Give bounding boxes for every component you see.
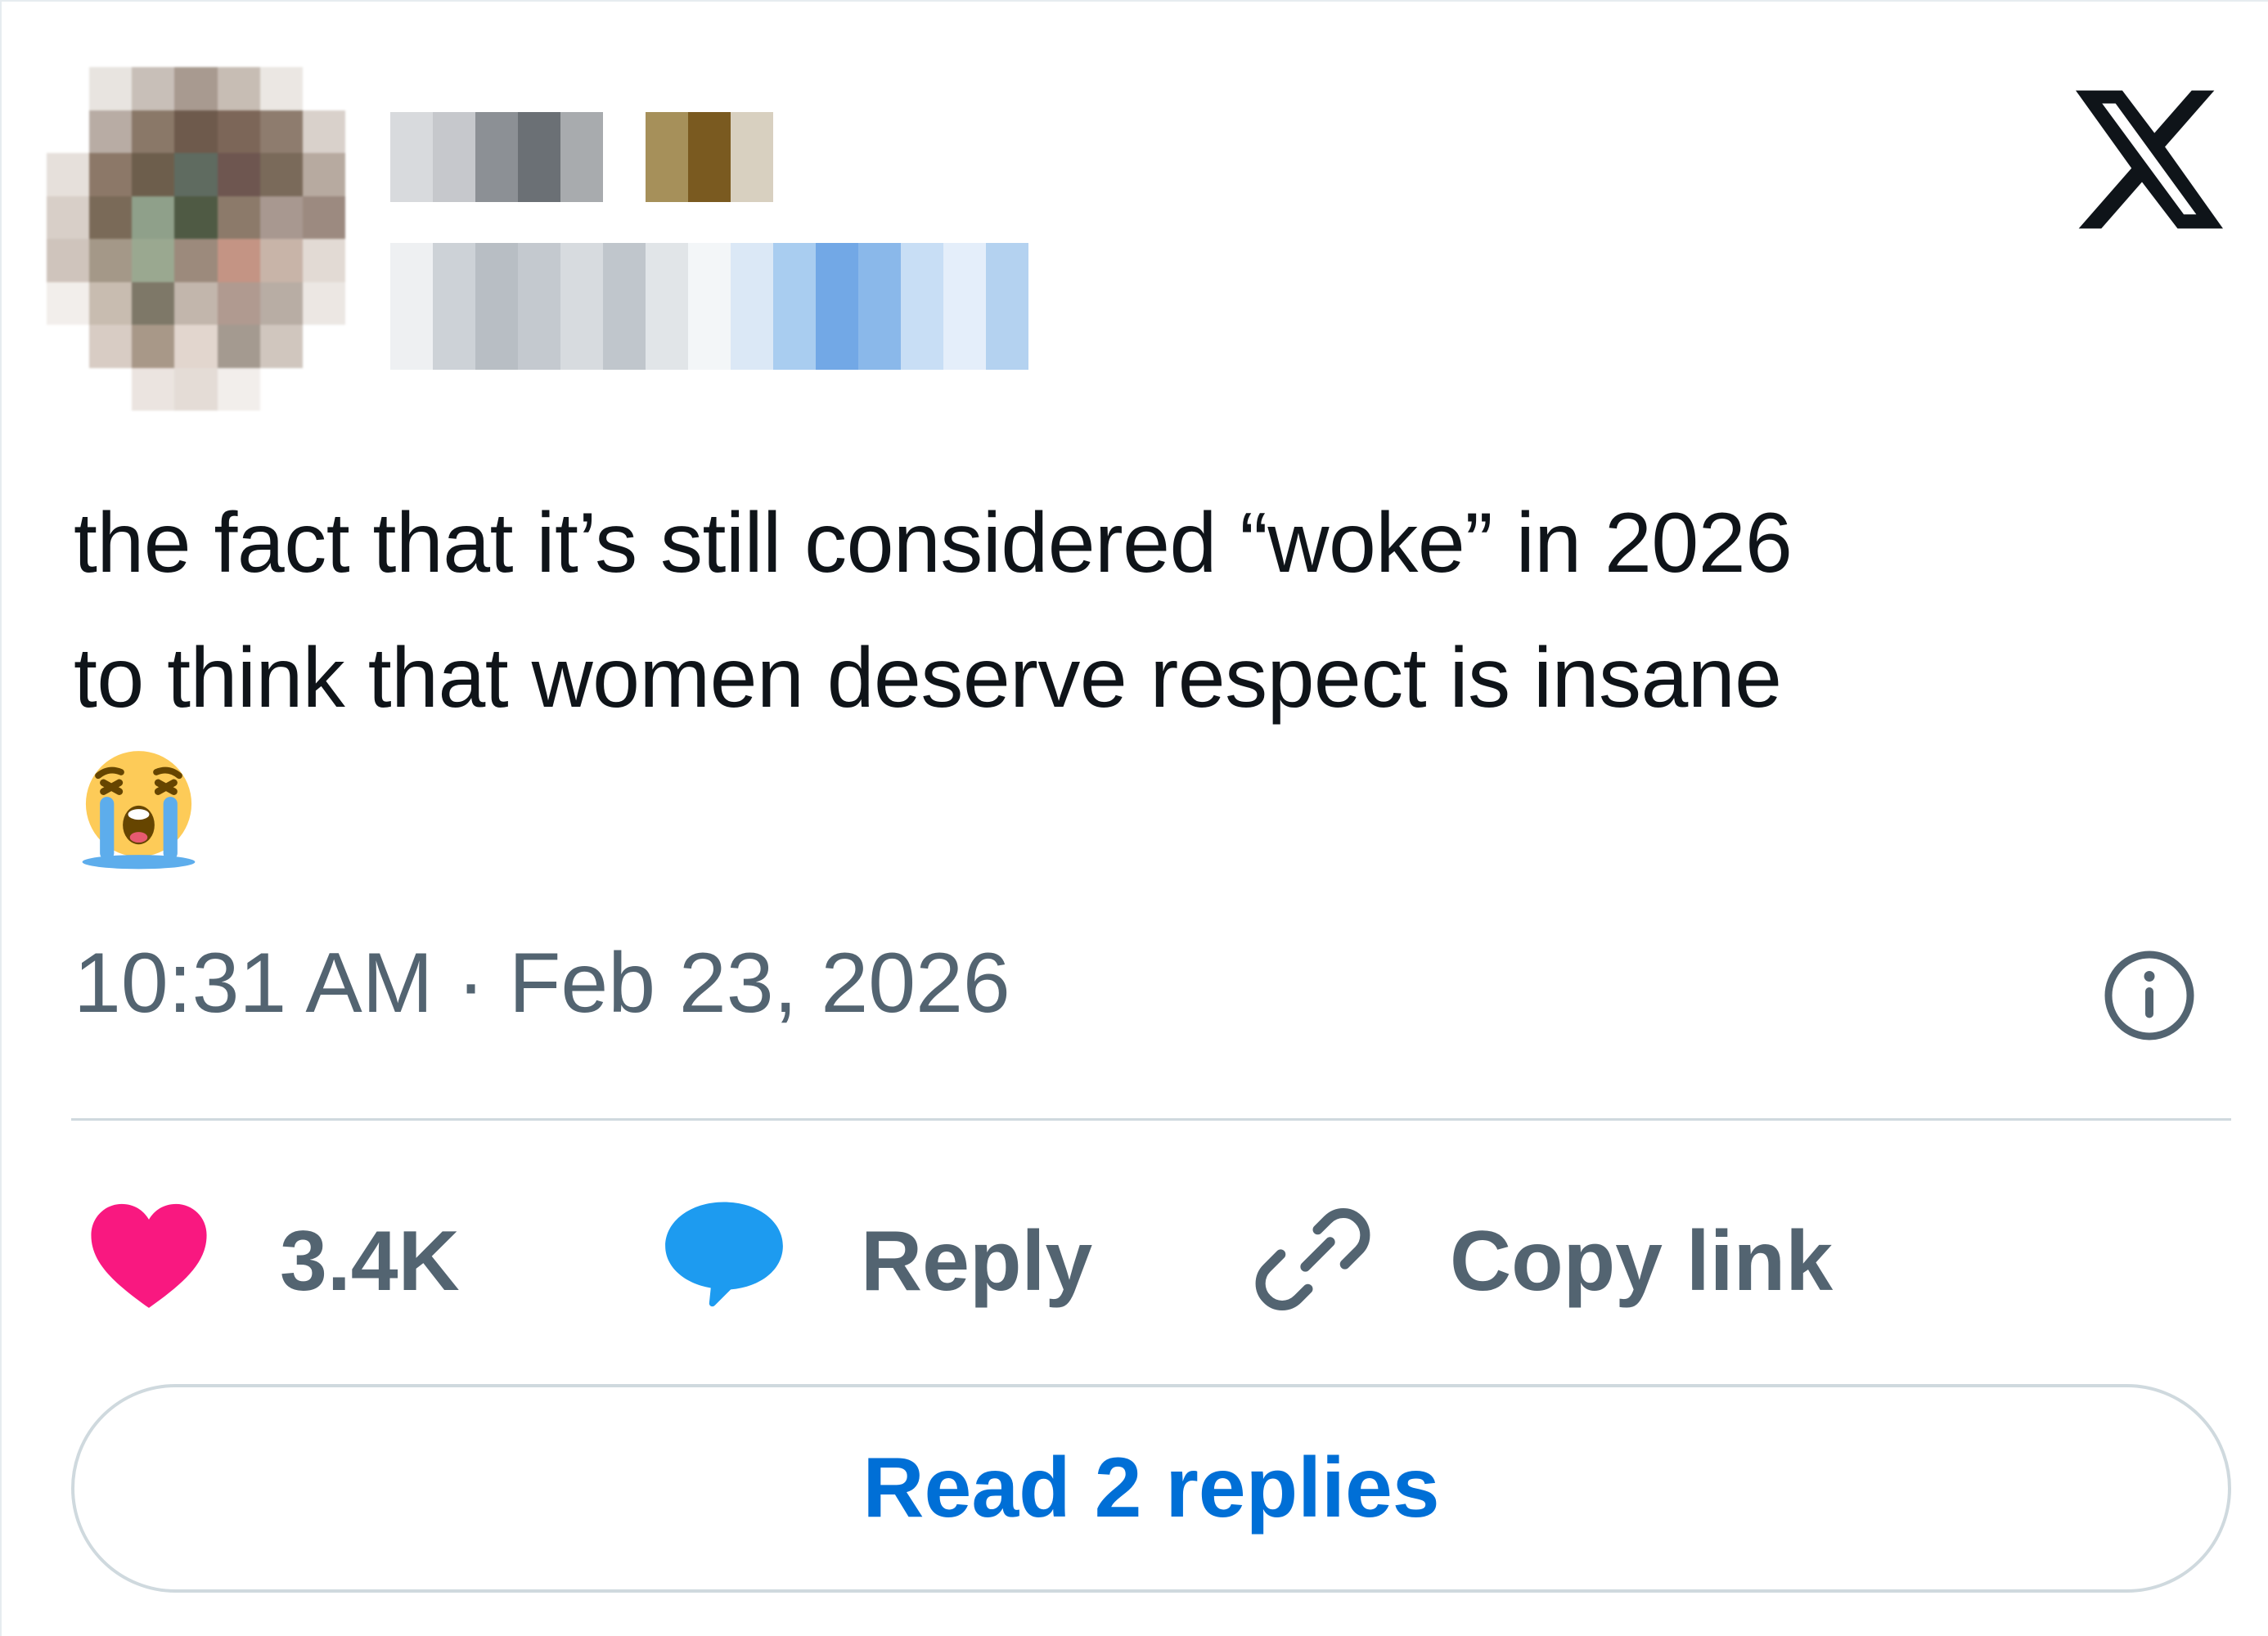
avatar-pixel xyxy=(132,325,175,368)
avatar-pixel xyxy=(47,110,90,153)
handle-pixel xyxy=(858,243,901,370)
avatar-pixel xyxy=(259,367,303,411)
name-pixel xyxy=(603,112,646,202)
avatar-pixel xyxy=(47,67,90,110)
link-icon[interactable] xyxy=(1253,1200,1372,1319)
avatar-pixel xyxy=(132,67,175,110)
avatar-pixel xyxy=(89,325,133,368)
avatar-pixel xyxy=(174,325,218,368)
avatar-pixel xyxy=(259,153,303,196)
author-name-redacted[interactable] xyxy=(390,112,773,202)
avatar-pixel xyxy=(132,367,175,411)
avatar-pixel xyxy=(302,281,345,325)
tweet-actions: 3.4K Reply Copy link xyxy=(2,1196,2268,1327)
name-pixel xyxy=(560,112,603,202)
copy-link-button[interactable]: Copy link xyxy=(1450,1212,1833,1310)
avatar-pixel xyxy=(217,239,260,282)
avatar-pixel xyxy=(174,67,218,110)
avatar-pixel xyxy=(217,325,260,368)
avatar-pixel xyxy=(174,196,218,239)
handle-pixel xyxy=(433,243,475,370)
avatar-pixel xyxy=(302,325,345,368)
heart-icon[interactable] xyxy=(88,1200,210,1310)
avatar-pixel xyxy=(132,196,175,239)
handle-pixel xyxy=(518,243,560,370)
avatar-pixel xyxy=(47,367,90,411)
avatar-pixel xyxy=(47,325,90,368)
avatar-pixel xyxy=(302,239,345,282)
avatar-pixel xyxy=(259,239,303,282)
handle-pixel xyxy=(901,243,943,370)
like-count[interactable]: 3.4K xyxy=(280,1212,460,1310)
avatar-pixel xyxy=(217,367,260,411)
avatar-pixel xyxy=(174,239,218,282)
tweet-timestamp[interactable]: 10:31 AM · Feb 23, 2026 xyxy=(74,926,1010,1040)
avatar-pixel xyxy=(89,67,133,110)
avatar-pixel xyxy=(217,196,260,239)
avatar-pixel xyxy=(174,367,218,411)
author-handle-redacted[interactable] xyxy=(390,243,1028,370)
reply-button[interactable]: Reply xyxy=(861,1212,1092,1310)
handle-pixel xyxy=(688,243,731,370)
avatar-pixel xyxy=(89,110,133,153)
info-icon[interactable] xyxy=(2100,946,2198,1045)
avatar-pixel xyxy=(259,281,303,325)
name-pixel xyxy=(731,112,773,202)
avatar-pixel xyxy=(47,153,90,196)
handle-pixel xyxy=(646,243,688,370)
name-pixel xyxy=(390,112,433,202)
avatar-pixel xyxy=(302,67,345,110)
handle-pixel xyxy=(475,243,518,370)
avatar-pixel xyxy=(174,110,218,153)
handle-pixel xyxy=(816,243,858,370)
avatar-pixel xyxy=(217,67,260,110)
avatar-pixel xyxy=(89,153,133,196)
avatar-pixel xyxy=(132,153,175,196)
avatar-pixel xyxy=(47,239,90,282)
avatar-pixel xyxy=(217,110,260,153)
avatar-pixel xyxy=(89,196,133,239)
handle-pixel xyxy=(773,243,816,370)
avatar-pixel xyxy=(47,281,90,325)
divider xyxy=(71,1118,2231,1121)
avatar-pixel xyxy=(302,367,345,411)
handle-pixel xyxy=(390,243,433,370)
avatar-pixel xyxy=(89,367,133,411)
avatar-pixel xyxy=(132,281,175,325)
handle-pixel xyxy=(943,243,986,370)
tweet-text: the fact that it’s still considered “wok… xyxy=(74,496,1793,726)
avatar-pixel xyxy=(259,67,303,110)
embedded-tweet-card: the fact that it’s still considered “wok… xyxy=(0,0,2268,1636)
avatar-pixel xyxy=(89,239,133,282)
name-pixel xyxy=(433,112,475,202)
speech-bubble-icon[interactable] xyxy=(663,1196,785,1310)
avatar-pixel xyxy=(47,196,90,239)
name-pixel xyxy=(646,112,688,202)
avatar-pixel xyxy=(259,110,303,153)
loudly-crying-face-icon xyxy=(82,751,196,870)
avatar-pixel xyxy=(174,153,218,196)
avatar-pixel xyxy=(302,110,345,153)
handle-pixel xyxy=(603,243,646,370)
x-logo-icon[interactable] xyxy=(2076,90,2223,229)
avatar-pixel xyxy=(259,325,303,368)
avatar-pixel xyxy=(174,281,218,325)
avatar-pixel xyxy=(259,196,303,239)
name-pixel xyxy=(688,112,731,202)
avatar-pixel xyxy=(302,153,345,196)
name-pixel xyxy=(475,112,518,202)
avatar-pixel xyxy=(89,281,133,325)
handle-pixel xyxy=(731,243,773,370)
name-pixel xyxy=(518,112,560,202)
avatar-pixel xyxy=(302,196,345,239)
handle-pixel xyxy=(560,243,603,370)
avatar-pixel xyxy=(217,281,260,325)
read-replies-button[interactable]: Read 2 replies xyxy=(71,1384,2231,1593)
avatar-pixel xyxy=(132,110,175,153)
avatar-pixel xyxy=(132,239,175,282)
handle-pixel xyxy=(986,243,1028,370)
avatar-pixel xyxy=(217,153,260,196)
author-avatar[interactable] xyxy=(47,67,345,411)
